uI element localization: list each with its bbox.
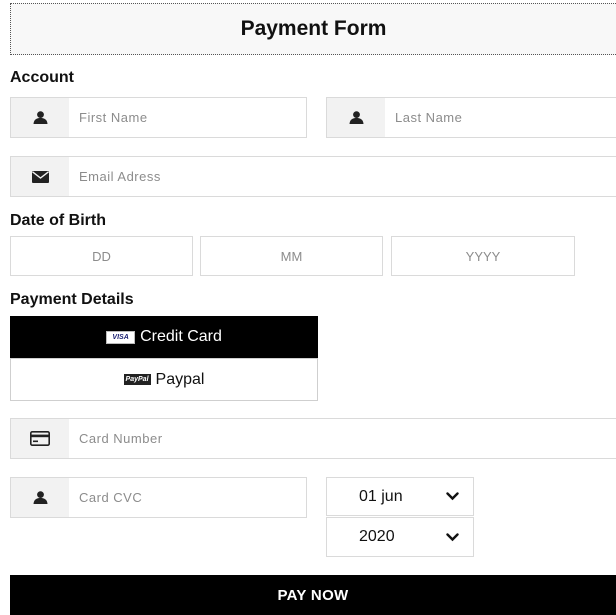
dob-month-field[interactable] [200,236,383,276]
user-icon [327,98,385,137]
form-title-box: Payment Form [10,3,616,55]
expiry-year-select[interactable]: 2020 [326,517,474,557]
paypal-label: Paypal [155,370,205,388]
account-heading: Account [10,69,74,86]
user-icon [11,478,69,517]
payment-heading: Payment Details [10,291,134,308]
dob-month-input[interactable] [201,247,382,265]
visa-icon: VISA [106,330,136,344]
email-field[interactable] [10,156,616,197]
card-number-field[interactable] [10,418,616,459]
email-input[interactable] [79,169,616,184]
dob-day-field[interactable] [10,236,193,276]
card-cvc-field[interactable] [10,477,307,518]
credit-card-icon [11,419,69,458]
user-icon [11,98,69,137]
pay-now-button[interactable]: PAY NOW [10,575,616,615]
last-name-input[interactable] [395,110,616,125]
paypal-icon: PayPal [123,374,151,385]
expiry-month-select[interactable]: 01 jun [326,477,474,516]
dob-year-input[interactable] [392,247,574,265]
last-name-field[interactable] [326,97,616,138]
card-cvc-input[interactable] [79,490,306,505]
paypal-option[interactable]: PayPal Paypal [10,358,318,401]
form-title: Payment Form [240,17,387,40]
expiry-month-value: 01 jun [359,487,403,505]
credit-card-label: Credit Card [140,328,222,345]
envelope-icon [11,157,69,196]
dob-heading: Date of Birth [10,212,106,229]
dob-day-input[interactable] [11,247,192,265]
first-name-field[interactable] [10,97,307,138]
expiry-year-value: 2020 [359,528,395,545]
chevron-down-icon [445,530,459,544]
first-name-input[interactable] [79,110,306,125]
chevron-down-icon [445,490,459,504]
credit-card-option[interactable]: VISA Credit Card [10,316,318,358]
payment-form-page: Payment Form Account Date of Birth [0,0,616,615]
dob-year-field[interactable] [391,236,575,276]
card-number-input[interactable] [79,431,616,446]
